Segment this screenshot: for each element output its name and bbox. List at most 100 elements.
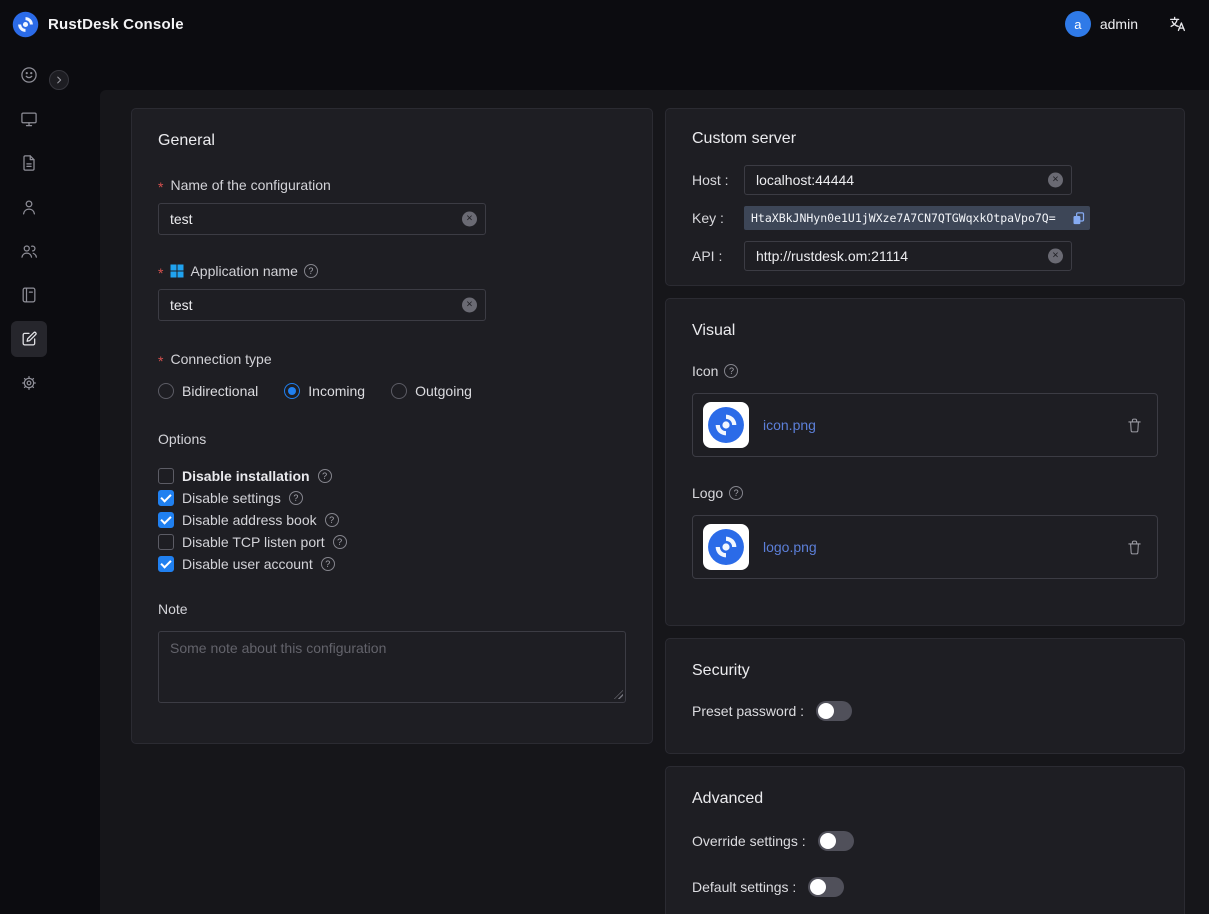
help-icon[interactable]: ? — [289, 491, 303, 505]
sidebar-item-users[interactable] — [11, 189, 47, 225]
checkbox[interactable] — [158, 468, 174, 484]
api-input[interactable] — [744, 241, 1072, 271]
sidebar-collapse-button[interactable] — [49, 70, 69, 90]
help-icon[interactable]: ? — [318, 469, 332, 483]
default-settings-row: Default settings : — [692, 875, 1158, 899]
trash-icon[interactable] — [1126, 539, 1143, 556]
general-card: General Name of the configuration × — [131, 108, 653, 744]
logo-label: Logo — [692, 483, 723, 503]
security-card: Security Preset password : — [665, 638, 1185, 754]
sidebar-item-address-books[interactable] — [11, 277, 47, 313]
checkbox-disable-user-account[interactable]: Disable user account ? — [158, 553, 626, 575]
smiley-icon — [19, 65, 39, 85]
users-icon — [19, 241, 39, 261]
note-textarea[interactable] — [158, 631, 626, 703]
radio-label: Bidirectional — [182, 383, 258, 399]
sidebar-item-settings[interactable] — [11, 365, 47, 401]
sidebar-item-configurations[interactable] — [11, 321, 47, 357]
checkbox-label: Disable installation — [182, 468, 310, 484]
logo-upload-box[interactable]: logo.png — [692, 515, 1158, 579]
connection-type-label-row: Connection type — [158, 349, 626, 369]
application-name-field: Application name ? × — [158, 261, 626, 321]
checkbox-label: Disable settings — [182, 490, 281, 506]
icon-upload-box[interactable]: icon.png — [692, 393, 1158, 457]
checkbox[interactable] — [158, 534, 174, 550]
sidebar-item-devices[interactable] — [11, 101, 47, 137]
custom-server-card: Custom server Host : × Key : HtaXBkJNHyn… — [665, 108, 1185, 286]
content-panel: General Name of the configuration × — [100, 90, 1209, 914]
app-title: RustDesk Console — [48, 16, 184, 33]
connection-type-radio-group: Bidirectional Incoming Outgoing — [158, 383, 626, 399]
required-asterisk — [158, 349, 164, 369]
checkbox-disable-settings[interactable]: Disable settings ? — [158, 487, 626, 509]
default-settings-label: Default settings : — [692, 879, 796, 895]
edit-icon — [19, 329, 39, 349]
clear-icon[interactable]: × — [1048, 249, 1063, 264]
rustdesk-logo-icon — [12, 11, 39, 38]
icon-file-link[interactable]: icon.png — [763, 417, 816, 433]
config-name-label-row: Name of the configuration — [158, 175, 626, 195]
host-input[interactable] — [744, 165, 1072, 195]
user-icon — [19, 197, 39, 217]
api-row: API : × — [692, 241, 1158, 271]
monitor-icon — [19, 109, 39, 129]
help-icon[interactable]: ? — [304, 264, 318, 278]
checkbox-disable-installation[interactable]: Disable installation ? — [158, 465, 626, 487]
help-icon[interactable]: ? — [724, 364, 738, 378]
help-icon[interactable]: ? — [333, 535, 347, 549]
key-value: HtaXBkJNHyn0e1U1jWXze7A7CN7QTGWqxkOtpaVp… — [751, 211, 1067, 225]
logo-file-link[interactable]: logo.png — [763, 539, 817, 555]
api-label: API : — [692, 248, 744, 264]
sidebar-item-groups[interactable] — [11, 233, 47, 269]
clear-icon[interactable]: × — [462, 298, 477, 313]
custom-server-title: Custom server — [692, 129, 1158, 149]
help-icon[interactable]: ? — [325, 513, 339, 527]
advanced-title: Advanced — [692, 789, 1158, 809]
key-field[interactable]: HtaXBkJNHyn0e1U1jWXze7A7CN7QTGWqxkOtpaVp… — [744, 206, 1090, 230]
checkbox-disable-address-book[interactable]: Disable address book ? — [158, 509, 626, 531]
checkbox[interactable] — [158, 490, 174, 506]
radio-dot[interactable] — [158, 383, 174, 399]
checkbox-disable-tcp-listen-port[interactable]: Disable TCP listen port ? — [158, 531, 626, 553]
visual-card: Visual Icon ? icon.png — [665, 298, 1185, 626]
sidebar-item-audit[interactable] — [11, 145, 47, 181]
checkbox[interactable] — [158, 556, 174, 572]
checkbox[interactable] — [158, 512, 174, 528]
override-settings-toggle[interactable] — [818, 831, 854, 851]
host-row: Host : × — [692, 165, 1158, 195]
required-asterisk — [158, 261, 164, 281]
application-name-label: Application name — [190, 261, 297, 281]
key-row: Key : HtaXBkJNHyn0e1U1jWXze7A7CN7QTGWqxk… — [692, 203, 1158, 233]
general-card-title: General — [158, 131, 626, 151]
username: admin — [1100, 16, 1138, 32]
help-icon[interactable]: ? — [321, 557, 335, 571]
note-label: Note — [158, 599, 626, 619]
radio-bidirectional[interactable]: Bidirectional — [158, 383, 258, 399]
avatar[interactable]: a — [1065, 11, 1091, 37]
help-icon[interactable]: ? — [729, 486, 743, 500]
options-list: Disable installation ? Disable settings … — [158, 465, 626, 575]
radio-dot[interactable] — [284, 383, 300, 399]
radio-dot[interactable] — [391, 383, 407, 399]
preset-password-toggle[interactable] — [816, 701, 852, 721]
radio-outgoing[interactable]: Outgoing — [391, 383, 472, 399]
config-name-label: Name of the configuration — [170, 175, 330, 195]
visual-title: Visual — [692, 321, 1158, 341]
user-menu[interactable]: a admin — [1065, 11, 1138, 37]
logo-preview — [703, 524, 749, 570]
default-settings-toggle[interactable] — [808, 877, 844, 897]
application-name-input[interactable] — [158, 289, 486, 321]
options-label: Options — [158, 429, 626, 449]
required-asterisk — [158, 175, 164, 195]
checkbox-label: Disable TCP listen port — [182, 534, 325, 550]
radio-incoming[interactable]: Incoming — [284, 383, 365, 399]
translate-icon[interactable] — [1168, 15, 1187, 34]
copy-icon[interactable] — [1071, 211, 1086, 226]
radio-label: Outgoing — [415, 383, 472, 399]
clear-icon[interactable]: × — [1048, 173, 1063, 188]
trash-icon[interactable] — [1126, 417, 1143, 434]
config-name-input[interactable] — [158, 203, 486, 235]
sidebar-item-overview[interactable] — [11, 57, 47, 93]
radio-label: Incoming — [308, 383, 365, 399]
clear-icon[interactable]: × — [462, 212, 477, 227]
